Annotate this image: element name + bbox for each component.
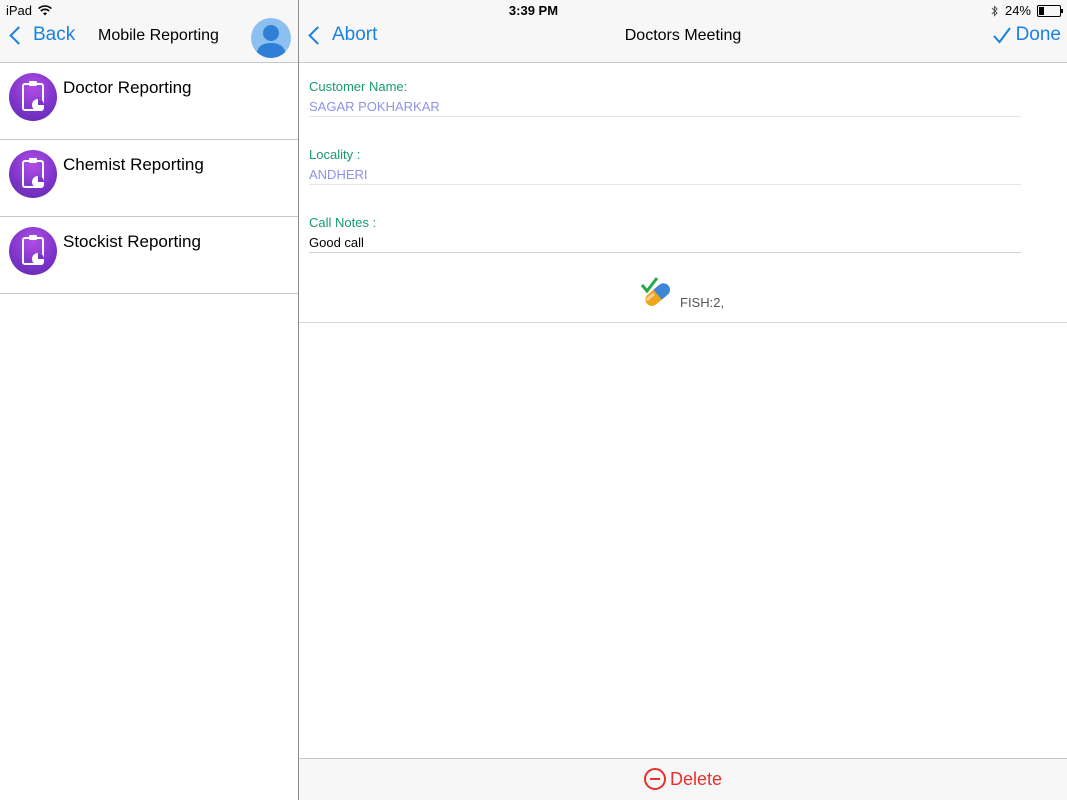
- done-label: Done: [1015, 24, 1061, 45]
- list-item-label: Chemist Reporting: [63, 155, 204, 174]
- list-item-doctor-reporting[interactable]: Doctor Reporting: [0, 63, 298, 140]
- clipboard-chart-icon: [9, 150, 57, 198]
- status-right: 24%: [991, 3, 1063, 18]
- product-summary: FISH:2,: [680, 295, 725, 310]
- checkmark-icon: [992, 27, 1011, 44]
- chevron-left-icon: [9, 25, 28, 45]
- locality-value: ANDHERI: [309, 167, 368, 182]
- master-title: Mobile Reporting: [98, 27, 219, 44]
- back-button[interactable]: Back: [6, 24, 75, 46]
- list-item-label: Doctor Reporting: [63, 78, 192, 97]
- locality-field: Locality : ANDHERI: [309, 147, 1021, 185]
- delete-label: Delete: [669, 768, 723, 789]
- status-bar: iPad 3:39 PM 24%: [0, 0, 1067, 20]
- detail-pane: Abort Doctors Meeting Done Customer Name…: [299, 0, 1067, 800]
- list-item-stockist-reporting[interactable]: Stockist Reporting: [0, 217, 298, 294]
- product-row[interactable]: FISH:2,: [299, 269, 1067, 323]
- customer-name-field: Customer Name: SAGAR POKHARKAR: [309, 79, 1021, 117]
- status-time: 3:39 PM: [508, 3, 559, 18]
- customer-name-label: Customer Name:: [309, 79, 408, 94]
- customer-name-value: SAGAR POKHARKAR: [309, 99, 440, 114]
- list-item-label: Stockist Reporting: [63, 232, 201, 251]
- delete-button[interactable]: Delete: [299, 768, 1067, 790]
- call-notes-label: Call Notes :: [309, 215, 377, 230]
- detail-title: Doctors Meeting: [624, 27, 742, 44]
- done-button[interactable]: Done: [992, 24, 1061, 46]
- pill-check-icon: [640, 277, 670, 306]
- user-icon: [256, 25, 286, 58]
- battery-percent: 24%: [1004, 3, 1031, 18]
- call-notes-field[interactable]: Call Notes : Good call: [309, 215, 1021, 253]
- report-list: Doctor Reporting Chemist Reporting Stock…: [0, 63, 298, 294]
- bottom-toolbar: Delete: [299, 758, 1067, 800]
- call-notes-input[interactable]: Good call: [309, 235, 1021, 252]
- minus-circle-icon: [643, 768, 666, 790]
- battery-icon: [1037, 4, 1063, 17]
- list-item-chemist-reporting[interactable]: Chemist Reporting: [0, 140, 298, 217]
- clipboard-chart-icon: [9, 73, 57, 121]
- back-label: Back: [33, 24, 76, 45]
- clipboard-chart-icon: [9, 227, 57, 275]
- avatar[interactable]: [251, 18, 291, 58]
- battery-fill: [1039, 6, 1045, 15]
- bluetooth-icon: [991, 4, 998, 17]
- locality-label: Locality :: [309, 147, 361, 162]
- master-pane: Back Mobile Reporting Doctor Reporting C…: [0, 0, 299, 800]
